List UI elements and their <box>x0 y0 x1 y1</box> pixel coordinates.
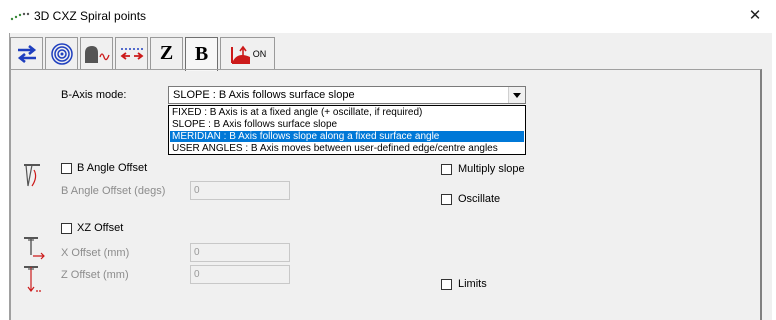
b-angle-offset-icon <box>24 164 40 187</box>
b-angle-offset-checkbox[interactable] <box>61 163 72 174</box>
oscillate-label: Oscillate <box>458 193 501 205</box>
z-axis-icon: Z <box>159 42 174 64</box>
chevron-down-icon <box>513 92 521 98</box>
option-user-angles[interactable]: USER ANGLES : B Axis moves between user-… <box>170 143 524 154</box>
b-axis-icon: B <box>194 43 209 65</box>
tab-spiral[interactable] <box>45 37 78 69</box>
swap-arrows-icon <box>17 44 36 63</box>
surface-profile-icon <box>84 45 110 63</box>
tab-z-axis[interactable]: Z <box>150 37 183 69</box>
limits-on-label: ON <box>252 48 267 59</box>
multiply-slope-label: Multiply slope <box>458 163 525 175</box>
title-bar: 3D CXZ Spiral points ✕ <box>0 0 776 32</box>
b-axis-mode-select[interactable]: SLOPE : B Axis follows surface slope <box>168 86 526 104</box>
limits-checkbox[interactable] <box>441 279 452 290</box>
oscillate-checkbox[interactable] <box>441 194 452 205</box>
x-offset-icon <box>24 237 45 260</box>
tab-b-axis[interactable]: B <box>185 37 218 71</box>
b-angle-offset-field-label: B Angle Offset (degs) <box>61 185 166 197</box>
x-offset-field-label: X Offset (mm) <box>61 247 130 259</box>
tab-direction[interactable] <box>10 37 43 69</box>
window-title: 3D CXZ Spiral points <box>34 9 147 23</box>
x-offset-input[interactable]: 0 <box>190 243 290 262</box>
limits-on-icon <box>230 45 250 64</box>
option-meridian[interactable]: MERIDIAN : B Axis follows slope along a … <box>170 131 524 142</box>
multiply-slope-checkbox[interactable] <box>441 164 452 175</box>
z-offset-field-label: Z Offset (mm) <box>61 269 129 281</box>
option-fixed[interactable]: FIXED : B Axis is at a fixed angle (+ os… <box>170 107 524 118</box>
b-angle-offset-label: B Angle Offset <box>77 162 148 174</box>
spiral-icon <box>50 42 73 65</box>
limits-label: Limits <box>458 278 487 290</box>
xz-offset-label: XZ Offset <box>77 222 124 234</box>
xz-offset-checkbox[interactable] <box>61 223 72 234</box>
b-axis-mode-label: B-Axis mode: <box>61 89 127 101</box>
points-arrows-icon <box>120 47 143 60</box>
app-icon <box>10 12 30 21</box>
tab-surface[interactable] <box>80 37 113 69</box>
close-button[interactable]: ✕ <box>740 4 770 28</box>
z-offset-icon <box>24 266 42 292</box>
option-slope[interactable]: SLOPE : B Axis follows surface slope <box>170 119 524 130</box>
z-offset-input[interactable]: 0 <box>190 265 290 284</box>
tab-points[interactable] <box>115 37 148 69</box>
tab-strip: Z B ON <box>10 37 277 71</box>
b-axis-mode-list: FIXED : B Axis is at a fixed angle (+ os… <box>168 105 526 155</box>
b-axis-mode-value: SLOPE : B Axis follows surface slope <box>173 89 355 101</box>
b-angle-offset-input[interactable]: 0 <box>190 181 290 200</box>
tab-limits[interactable]: ON <box>220 37 275 69</box>
dropdown-button[interactable] <box>508 87 525 103</box>
